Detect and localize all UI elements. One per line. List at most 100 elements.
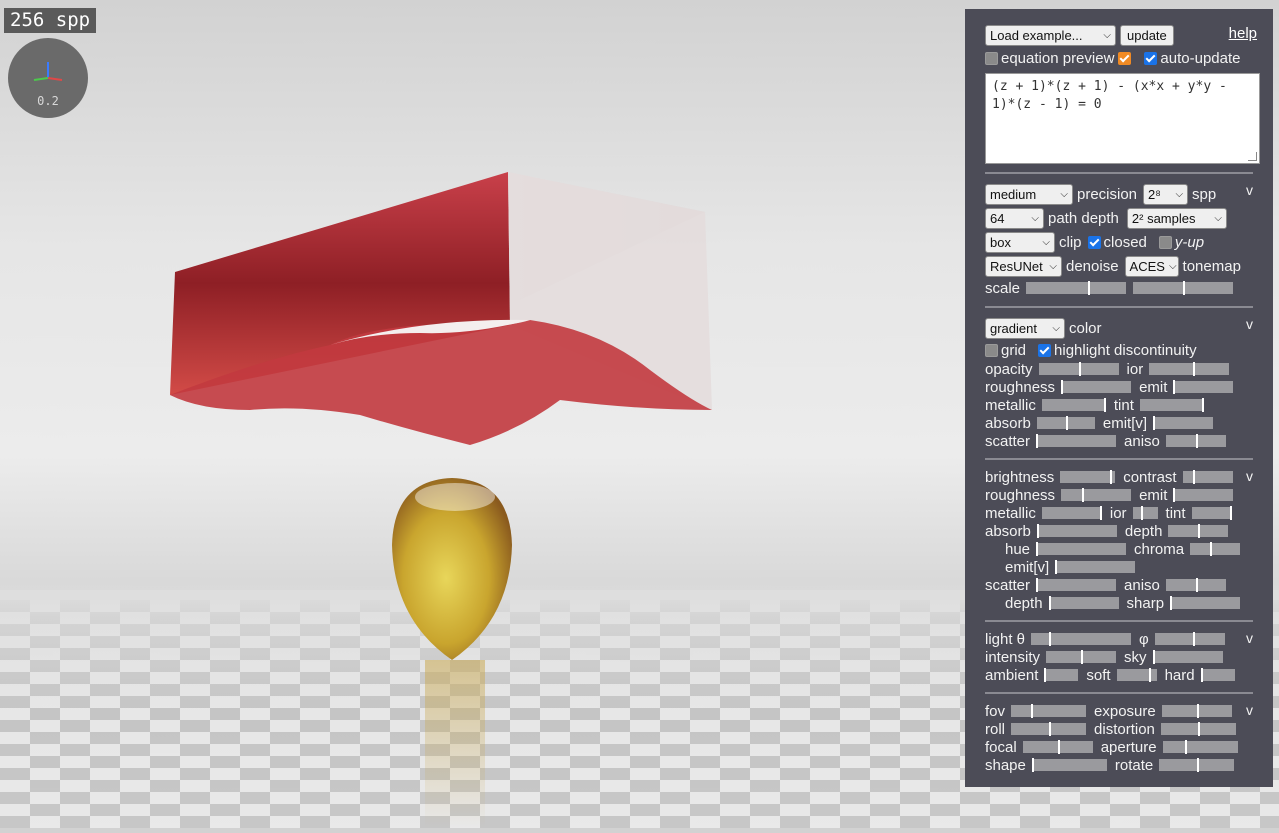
load-example-select[interactable]: Load example... ⌵ — [985, 24, 1116, 46]
emit-slider[interactable] — [1173, 488, 1234, 502]
equation-input[interactable]: (z + 1)*(z + 1) - (x*x + y*y - 1)*(z - 1… — [985, 73, 1260, 164]
tint-slider[interactable] — [1191, 506, 1232, 520]
brightness-slider[interactable] — [1060, 470, 1116, 484]
slider-thumb[interactable] — [1049, 632, 1052, 646]
spp-select[interactable]: 2⁸ ⌵ — [1143, 183, 1189, 205]
slider-thumb[interactable] — [1061, 380, 1064, 394]
auto-update-checkbox[interactable] — [1144, 51, 1158, 65]
slider-thumb[interactable] — [1103, 398, 1106, 412]
y-up-checkbox[interactable] — [1158, 235, 1172, 249]
axes-gizmo[interactable]: 0.2 — [8, 38, 88, 118]
slider-thumb[interactable] — [1031, 704, 1034, 718]
distortion-slider[interactable] — [1160, 722, 1236, 736]
rotate-slider[interactable] — [1159, 758, 1235, 772]
slider-thumb[interactable] — [1109, 470, 1112, 484]
slider-thumb[interactable] — [1031, 758, 1034, 772]
sky-slider[interactable] — [1152, 650, 1223, 664]
absorb-slider[interactable] — [1036, 416, 1095, 430]
metallic-slider[interactable] — [1041, 398, 1106, 412]
aniso-slider[interactable] — [1165, 434, 1226, 448]
scatter-slider[interactable] — [1036, 578, 1117, 592]
update-button[interactable]: update — [1120, 24, 1174, 46]
depth-slider[interactable] — [1048, 596, 1119, 610]
ambient-slider[interactable] — [1044, 668, 1079, 682]
equation-preview-color-checkbox[interactable] — [1118, 51, 1132, 65]
scatter-slider[interactable] — [1036, 434, 1117, 448]
color-select[interactable]: gradient ⌵ — [985, 317, 1065, 339]
emit-slider[interactable] — [1173, 380, 1234, 394]
soft-slider[interactable] — [1116, 668, 1157, 682]
denoise-select[interactable]: ResUNet ⌵ — [985, 255, 1062, 277]
slider-thumb[interactable] — [1078, 362, 1081, 376]
slider-thumb[interactable] — [1099, 506, 1102, 520]
slider-thumb[interactable] — [1198, 722, 1201, 736]
slider-thumb[interactable] — [1196, 704, 1199, 718]
samples-select[interactable]: 2² samples ⌵ — [1126, 207, 1227, 229]
emit-v-slider[interactable] — [1153, 416, 1214, 430]
equation-preview-checkbox[interactable] — [985, 51, 998, 65]
slider-thumb[interactable] — [1088, 281, 1091, 295]
slider-thumb[interactable] — [1141, 506, 1144, 520]
slider-thumb[interactable] — [1057, 740, 1060, 754]
sharp-slider[interactable] — [1170, 596, 1241, 610]
slider-thumb[interactable] — [1183, 281, 1186, 295]
slider-thumb[interactable] — [1036, 578, 1039, 592]
absorb-slider[interactable] — [1036, 524, 1117, 538]
slider-thumb[interactable] — [1193, 632, 1196, 646]
scale-slider[interactable] — [1026, 281, 1127, 295]
aniso-slider[interactable] — [1165, 578, 1226, 592]
slider-thumb[interactable] — [1148, 668, 1151, 682]
tonemap-select[interactable]: ACES ⌵ — [1124, 255, 1179, 277]
slider-thumb[interactable] — [1152, 650, 1155, 664]
slider-thumb[interactable] — [1193, 362, 1196, 376]
slider-thumb[interactable] — [1210, 542, 1213, 556]
precision-select[interactable]: medium ⌵ — [985, 183, 1073, 205]
slider-thumb[interactable] — [1044, 668, 1047, 682]
emit-v-slider[interactable] — [1055, 560, 1136, 574]
hue-slider[interactable] — [1036, 542, 1127, 556]
roughness-slider[interactable] — [1061, 488, 1132, 502]
light-slider[interactable] — [1031, 632, 1132, 646]
slider-thumb[interactable] — [1200, 668, 1203, 682]
slider-thumb[interactable] — [1081, 650, 1084, 664]
ior-slider[interactable] — [1149, 362, 1230, 376]
slider-thumb[interactable] — [1195, 434, 1198, 448]
ior-slider[interactable] — [1132, 506, 1158, 520]
hard-slider[interactable] — [1200, 668, 1235, 682]
tint-slider[interactable] — [1139, 398, 1204, 412]
focal-slider[interactable] — [1022, 740, 1093, 754]
scale-slider-2[interactable] — [1133, 281, 1234, 295]
intensity-slider[interactable] — [1046, 650, 1117, 664]
slider-thumb[interactable] — [1036, 434, 1039, 448]
slider-thumb[interactable] — [1229, 506, 1232, 520]
fov-slider[interactable] — [1011, 704, 1087, 718]
slider-thumb[interactable] — [1048, 596, 1051, 610]
exposure-slider[interactable] — [1161, 704, 1232, 718]
shape-slider[interactable] — [1031, 758, 1107, 772]
metallic-slider[interactable] — [1041, 506, 1102, 520]
slider-thumb[interactable] — [1036, 542, 1039, 556]
highlight-discontinuity-checkbox[interactable] — [1038, 343, 1052, 357]
roll-slider[interactable] — [1011, 722, 1087, 736]
slider-thumb[interactable] — [1153, 416, 1156, 430]
opacity-slider[interactable] — [1038, 362, 1119, 376]
slider-thumb[interactable] — [1195, 578, 1198, 592]
contrast-slider[interactable] — [1182, 470, 1233, 484]
slider-thumb[interactable] — [1170, 596, 1173, 610]
slider-thumb[interactable] — [1036, 524, 1039, 538]
slider-thumb[interactable] — [1185, 740, 1188, 754]
slider-thumb[interactable] — [1201, 398, 1204, 412]
path-depth-select[interactable]: 64 ⌵ — [985, 207, 1044, 229]
depth-slider[interactable] — [1168, 524, 1229, 538]
slider-thumb[interactable] — [1173, 488, 1176, 502]
param-slider[interactable] — [1154, 632, 1225, 646]
clip-select[interactable]: box ⌵ — [985, 231, 1055, 253]
roughness-slider[interactable] — [1061, 380, 1132, 394]
slider-thumb[interactable] — [1082, 488, 1085, 502]
closed-checkbox[interactable] — [1087, 235, 1101, 249]
slider-thumb[interactable] — [1198, 524, 1201, 538]
grid-checkbox[interactable] — [985, 343, 998, 357]
aperture-slider[interactable] — [1162, 740, 1238, 754]
slider-thumb[interactable] — [1196, 758, 1199, 772]
slider-thumb[interactable] — [1192, 470, 1195, 484]
